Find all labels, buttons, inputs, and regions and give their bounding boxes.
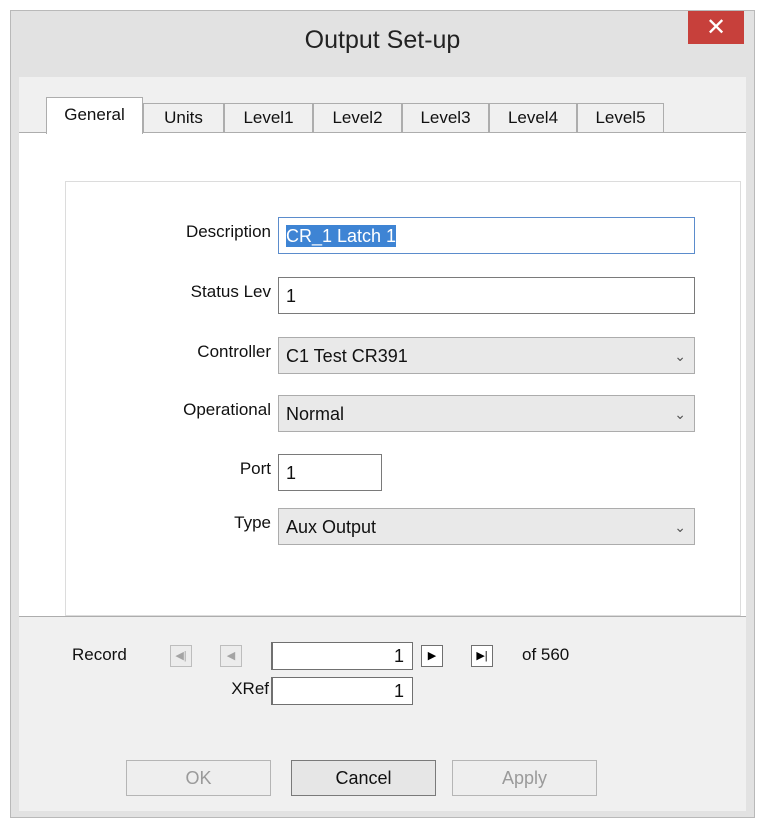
type-select[interactable]: Aux Output ⌄: [278, 508, 695, 545]
operational-label: Operational: [183, 400, 271, 419]
dialog-client-area: General Units Level1 Level2 Level3 Level…: [19, 77, 746, 811]
controller-select[interactable]: C1 Test CR391 ⌄: [278, 337, 695, 374]
description-value: CR_1 Latch 1: [286, 225, 397, 247]
title-bar[interactable]: Output Set-up ✕: [11, 11, 754, 77]
status-lev-label: Status Lev: [190, 282, 271, 301]
operational-value: Normal: [286, 404, 345, 424]
first-record-icon[interactable]: ◀|: [170, 645, 192, 667]
description-label: Description: [185, 222, 271, 241]
record-navigator: Record ◀| ◀ 1 ▶ ▶| of 560 XRef 1: [19, 627, 746, 727]
last-record-icon[interactable]: ▶|: [471, 645, 493, 667]
tab-level3[interactable]: Level3: [402, 103, 489, 133]
tab-level2[interactable]: Level2: [313, 103, 402, 133]
general-tab-panel: Description CR_1 Latch 1 Status Lev 1 Co…: [19, 132, 746, 617]
record-count: of 560: [522, 645, 570, 664]
record-number-input[interactable]: 1: [271, 642, 413, 670]
tab-level4[interactable]: Level4: [489, 103, 577, 133]
port-label: Port: [239, 459, 271, 478]
status-lev-input[interactable]: 1: [278, 277, 695, 314]
chevron-down-icon[interactable]: ⌄: [674, 338, 686, 375]
tab-level1[interactable]: Level1: [224, 103, 313, 133]
apply-button[interactable]: Apply: [452, 760, 597, 796]
chevron-down-icon[interactable]: ⌄: [674, 509, 686, 546]
close-icon: ✕: [705, 14, 727, 41]
port-input[interactable]: 1: [278, 454, 382, 491]
record-label: Record: [72, 645, 127, 664]
close-button[interactable]: ✕: [688, 11, 744, 44]
type-value: Aux Output: [286, 517, 377, 537]
window-title: Output Set-up: [304, 26, 461, 54]
output-setup-dialog: Output Set-up ✕ General Units Level1 Lev…: [10, 10, 755, 818]
next-record-icon[interactable]: ▶: [421, 645, 443, 667]
tab-units[interactable]: Units: [143, 103, 224, 133]
cancel-button[interactable]: Cancel: [291, 760, 436, 796]
tab-general[interactable]: General: [46, 97, 143, 134]
type-label: Type: [234, 513, 271, 532]
controller-value: C1 Test CR391: [286, 346, 408, 366]
controller-label: Controller: [197, 342, 271, 361]
description-input[interactable]: CR_1 Latch 1: [278, 217, 695, 254]
operational-select[interactable]: Normal ⌄: [278, 395, 695, 432]
previous-record-icon[interactable]: ◀: [220, 645, 242, 667]
xref-input[interactable]: 1: [271, 677, 413, 705]
ok-button[interactable]: OK: [126, 760, 271, 796]
general-group-box: Description CR_1 Latch 1 Status Lev 1 Co…: [65, 181, 741, 616]
tab-level5[interactable]: Level5: [577, 103, 664, 133]
xref-label: XRef: [231, 679, 269, 698]
chevron-down-icon[interactable]: ⌄: [674, 396, 686, 433]
